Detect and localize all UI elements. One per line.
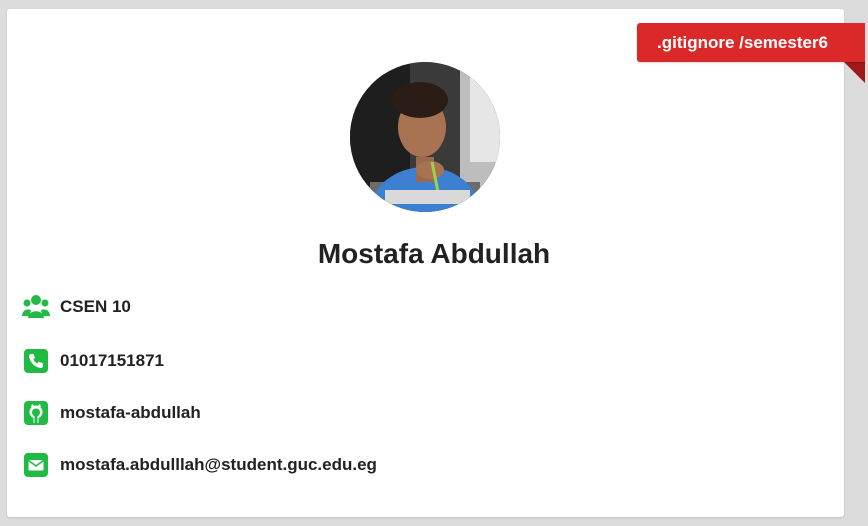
profile-name: Mostafa Abdullah	[317, 238, 551, 269]
group-row: CSEN 10	[22, 292, 131, 322]
mail-icon	[22, 451, 50, 479]
phone-icon	[22, 347, 50, 375]
github-row: mostafa-abdullah	[22, 398, 201, 428]
phone-text: 01017151871	[60, 351, 165, 370]
group-text: CSEN 10	[60, 297, 131, 316]
avatar	[350, 62, 500, 212]
email-row: mostafa.abdulllah@student.guc.edu.eg	[22, 450, 377, 480]
github-icon	[22, 399, 50, 427]
avatar-photo	[350, 62, 500, 212]
phone-row: 01017151871	[22, 346, 164, 376]
email-text[interactable]: mostafa.abdulllah@student.guc.edu.eg	[60, 455, 377, 475]
ribbon-fold	[844, 62, 865, 83]
github-text[interactable]: mostafa-abdullah	[60, 403, 201, 423]
users-icon	[22, 293, 50, 321]
semester-ribbon-label[interactable]: .gitignore /semester6	[637, 23, 865, 62]
